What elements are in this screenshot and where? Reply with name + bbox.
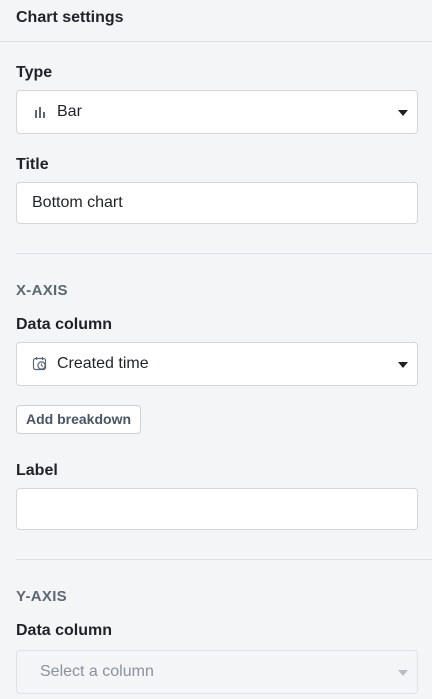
type-label: Type [16, 64, 53, 81]
y-data-column-select[interactable]: Select a column [16, 650, 418, 694]
type-select-value: Bar [57, 103, 82, 120]
x-axis-section-title: X-AXIS [16, 282, 68, 299]
y-axis-section-title: Y-AXIS [16, 588, 67, 605]
chevron-down-icon [398, 670, 408, 676]
x-label-label: Label [16, 462, 58, 479]
section-divider [16, 559, 432, 560]
chart-settings-form: Type Bar Title Bottom chart X-AXIS Data … [0, 63, 432, 694]
y-data-column-placeholder: Select a column [40, 663, 154, 680]
title-input[interactable]: Bottom chart [16, 182, 418, 224]
section-divider [16, 253, 432, 254]
add-breakdown-button[interactable]: Add breakdown [16, 405, 142, 434]
x-label-input[interactable] [16, 488, 418, 530]
title-label: Title [16, 156, 49, 173]
x-data-column-select[interactable]: Created time [16, 342, 418, 386]
type-select[interactable]: Bar [16, 90, 418, 134]
bar-chart-icon [32, 104, 48, 120]
panel-title: Chart settings [0, 0, 432, 42]
chevron-down-icon [398, 110, 408, 116]
y-data-column-label: Data column [16, 622, 113, 639]
x-data-column-label: Data column [16, 316, 113, 333]
clock-calendar-icon [32, 356, 48, 372]
chevron-down-icon [398, 362, 408, 368]
title-input-value: Bottom chart [32, 194, 123, 211]
x-data-column-value: Created time [57, 355, 149, 372]
